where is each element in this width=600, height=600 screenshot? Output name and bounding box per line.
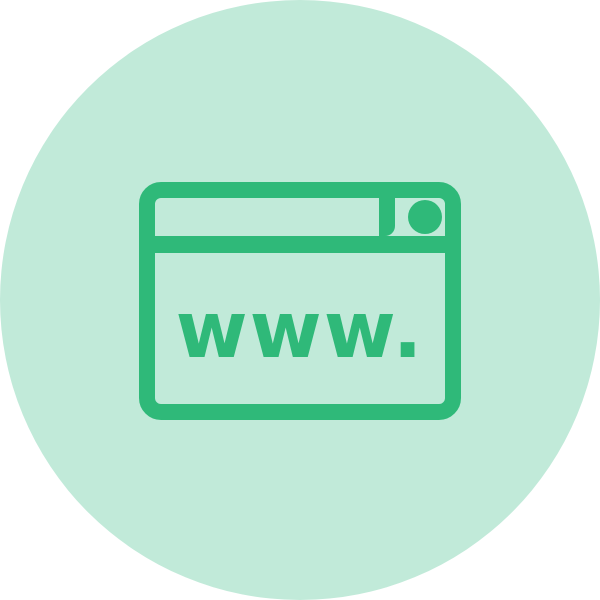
www-text: www. (175, 286, 425, 376)
address-bar-shape (155, 198, 395, 236)
window-button-icon (408, 200, 442, 234)
website-icon-graphic: www. (0, 0, 600, 600)
browser-window-icon: www. (139, 182, 461, 420)
title-bar-divider (155, 236, 445, 253)
